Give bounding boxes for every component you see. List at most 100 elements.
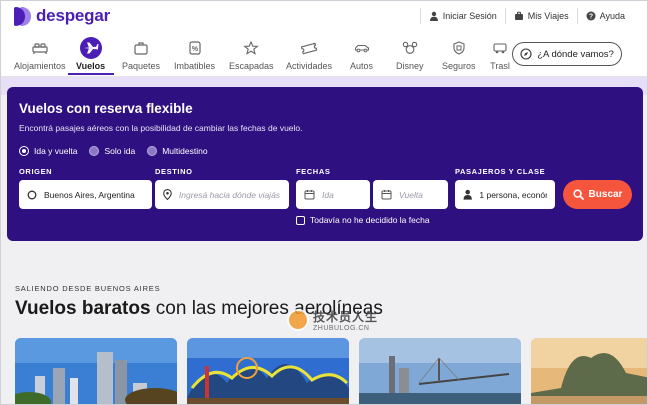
destination-photo-2[interactable]	[187, 338, 349, 404]
nav-item-alojamientos[interactable]: Alojamientos	[14, 37, 66, 71]
where-to-go-button[interactable]: ¿A dónde vamos?	[512, 42, 622, 66]
radio-unselected-icon	[147, 146, 158, 156]
location-pin-icon	[163, 189, 172, 200]
passengers-field[interactable]: 1 persona, económica	[455, 180, 555, 209]
depart-placeholder: Ida	[322, 189, 334, 200]
person-icon	[463, 189, 472, 200]
browser-viewport: despegar Iniciar Sesión Mis Viajes ? Ayu…	[0, 0, 648, 405]
help-label: Ayuda	[599, 11, 625, 21]
nav-label: Trasl	[490, 61, 510, 71]
nav-label: Actividades	[286, 61, 333, 71]
login-link[interactable]: Iniciar Sesión	[421, 11, 505, 21]
search-subtitle: Encontrá pasajes aéreos con la posibilid…	[19, 123, 303, 133]
mickey-icon	[402, 41, 418, 54]
nav-label: Escapadas	[229, 61, 274, 71]
destination-photo-4[interactable]	[531, 338, 647, 404]
nav-item-seguros[interactable]: Seguros	[442, 37, 476, 71]
return-date-field[interactable]: Vuelta	[373, 180, 448, 209]
where-to-go-label: ¿A dónde vamos?	[537, 48, 614, 60]
nav-label: Disney	[396, 61, 424, 71]
package-icon	[134, 42, 148, 55]
user-icon	[429, 11, 438, 21]
radio-unselected-icon	[89, 146, 100, 156]
help-link[interactable]: ? Ayuda	[578, 11, 633, 21]
origin-circle-icon	[27, 190, 37, 199]
watermark-subtext: ZHUBULOG.CN	[313, 325, 370, 332]
shield-icon	[453, 41, 465, 55]
my-trips-label: Mis Viajes	[527, 11, 569, 21]
passengers-value: 1 persona, económica	[479, 189, 547, 200]
return-placeholder: Vuelta	[399, 189, 423, 200]
compass-icon	[520, 48, 532, 60]
section-kicker: SALIENDO DESDE BUENOS AIRES	[15, 284, 161, 293]
bed-icon	[32, 43, 48, 54]
dates-label: FECHAS	[296, 167, 331, 176]
search-button[interactable]: Buscar	[563, 180, 632, 209]
theme-park-image	[187, 338, 349, 404]
shuttle-icon	[493, 43, 507, 54]
svg-text:%: %	[191, 46, 198, 53]
flight-search-card: Vuelos con reserva flexible Encontrá pas…	[7, 87, 643, 241]
top-bar: despegar Iniciar Sesión Mis Viajes ? Ayu…	[1, 1, 647, 31]
badge-icon: %	[188, 41, 201, 55]
origin-label: ORIGEN	[19, 167, 53, 176]
nav-label: Alojamientos	[14, 61, 66, 71]
nav-label: Vuelos	[76, 61, 106, 71]
despegar-logo[interactable]: despegar	[14, 6, 110, 26]
trip-type-oneway[interactable]: Solo ida	[89, 146, 135, 156]
origin-field[interactable]: Buenos Aires, Argentina	[19, 180, 152, 209]
heading-bold: Vuelos baratos	[15, 298, 151, 319]
svg-text:?: ?	[589, 13, 593, 20]
nav-item-autos[interactable]: Autos	[350, 37, 373, 71]
calendar-icon	[381, 190, 392, 200]
origin-value: Buenos Aires, Argentina	[44, 189, 135, 200]
nav-item-disney[interactable]: Disney	[396, 37, 424, 71]
depart-date-field[interactable]: Ida	[296, 180, 370, 209]
nav-label: Autos	[350, 61, 374, 71]
destination-photo-3[interactable]	[359, 338, 521, 404]
passengers-label: PASAJEROS Y CLASE	[455, 167, 546, 176]
destination-photo-1[interactable]	[15, 338, 177, 404]
account-links: Iniciar Sesión Mis Viajes ? Ayuda	[419, 8, 633, 24]
nav-label: Imbatibles	[174, 61, 216, 71]
nav-item-vuelos[interactable]: Vuelos	[76, 37, 105, 71]
car-icon	[354, 44, 369, 53]
star-icon	[243, 41, 260, 55]
nav-label: Seguros	[442, 61, 476, 71]
destination-field[interactable]: Ingresá hacia dónde viajás	[155, 180, 289, 209]
active-tab-indicator	[68, 73, 114, 75]
nav-item-paquetes[interactable]: Paquetes	[122, 37, 160, 71]
undecided-date-checkbox[interactable]: Todavía no he decidido la fecha	[296, 215, 430, 225]
trip-type-round[interactable]: Ida y vuelta	[19, 146, 77, 156]
search-button-label: Buscar	[588, 189, 623, 200]
nav-item-traslados[interactable]: Trasl	[489, 37, 511, 71]
nav-item-escapadas[interactable]: Escapadas	[229, 37, 274, 71]
nav-item-imbatibles[interactable]: % Imbatibles	[174, 37, 215, 71]
nav-item-actividades[interactable]: Actividades	[286, 37, 332, 71]
plane-icon	[83, 42, 99, 54]
trip-type-label: Ida y vuelta	[34, 146, 78, 156]
my-trips-link[interactable]: Mis Viajes	[506, 11, 577, 21]
help-icon: ?	[586, 11, 596, 21]
login-label: Iniciar Sesión	[442, 11, 497, 21]
checkbox-icon	[296, 215, 305, 225]
suitcase-icon	[514, 11, 523, 20]
watermark: 技术员人生 ZHUBULOG.CN	[287, 308, 378, 332]
beach-mountain-image	[531, 338, 647, 404]
destination-placeholder: Ingresá hacia dónde viajás	[178, 189, 281, 200]
trip-type-label: Solo ida	[104, 146, 136, 156]
search-icon	[572, 189, 584, 200]
logo-mark-icon	[14, 6, 31, 26]
trip-type-label: Multidestino	[162, 146, 208, 156]
radio-selected-icon	[19, 146, 29, 156]
ticket-icon	[301, 42, 318, 55]
destination-label: DESTINO	[155, 167, 193, 176]
watermark-text: 技术员人生	[313, 310, 379, 324]
undecided-date-label: Todavía no he decidido la fecha	[310, 215, 430, 225]
city-skyline-image	[15, 338, 177, 404]
trip-type-selector: Ida y vuelta Solo ida Multidestino	[19, 146, 208, 156]
nav-label: Paquetes	[122, 61, 161, 71]
watermark-logo-icon	[287, 309, 309, 331]
trip-type-multi[interactable]: Multidestino	[147, 146, 208, 156]
search-title: Vuelos con reserva flexible	[19, 101, 193, 116]
